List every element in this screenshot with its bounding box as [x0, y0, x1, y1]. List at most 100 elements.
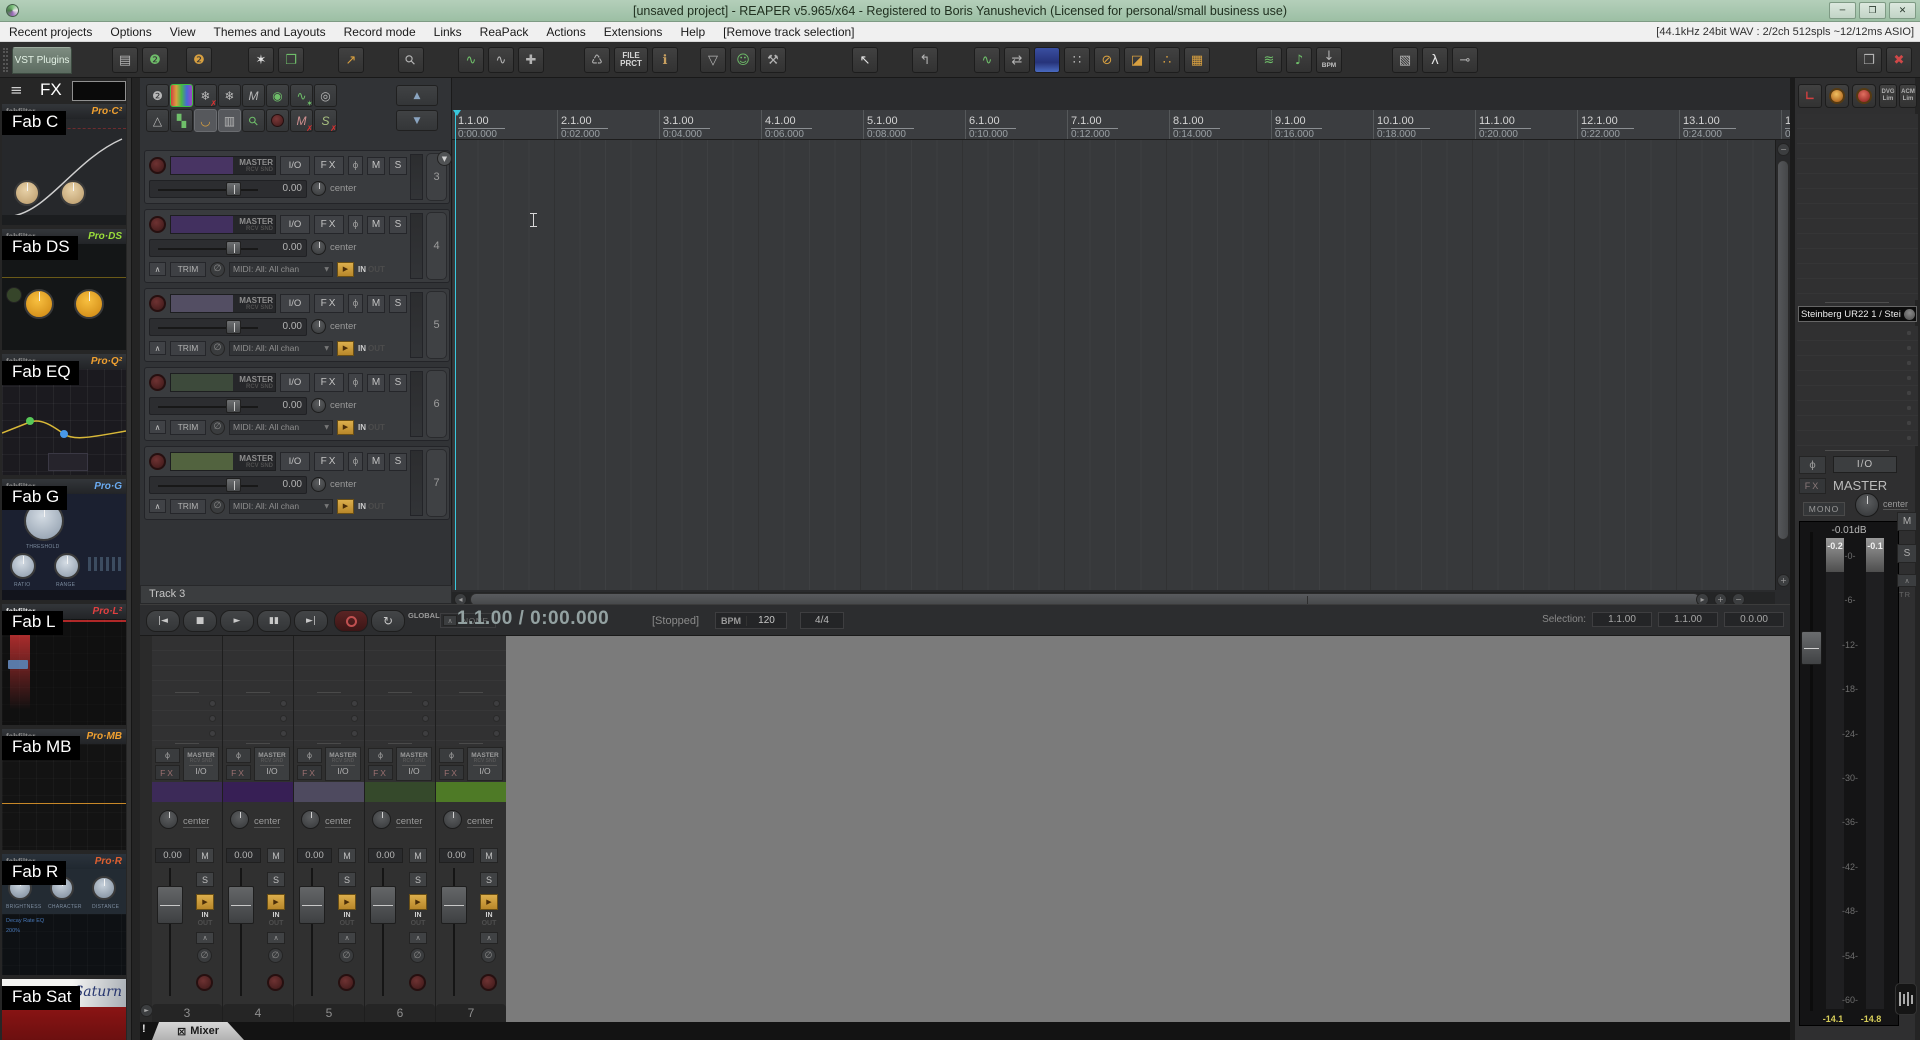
screenset-button[interactable]: ▧ [1392, 47, 1418, 73]
record-arm-button[interactable] [149, 374, 166, 391]
record-arm-button[interactable] [149, 157, 166, 174]
restore-waveform-button[interactable]: ∿ [458, 47, 484, 73]
analysis-button[interactable]: ≋ [1256, 47, 1282, 73]
volume-fader[interactable] [299, 886, 325, 924]
mixer-channel[interactable]: ϕ FX MASTER RCV SND I/O center 0.00 M S … [365, 636, 435, 1022]
env-mode-button[interactable]: ∧ [338, 932, 356, 944]
fx-button[interactable]: FX [314, 215, 344, 234]
track-name-strip[interactable]: MASTER RCV SND [170, 452, 276, 471]
mixer-channel[interactable]: ϕ FX MASTER RCV SND I/O center 0.00 M S … [152, 636, 222, 1022]
menu-item[interactable]: Actions [537, 25, 594, 39]
master-mute-button[interactable]: M [1897, 512, 1917, 531]
io-button[interactable]: I/O [280, 215, 310, 234]
volume-value[interactable]: 0.00 [155, 848, 190, 863]
pan-knob[interactable] [311, 240, 326, 255]
menu-item[interactable]: Extensions [595, 25, 672, 39]
monitor-button[interactable]: ▶ [267, 894, 285, 910]
track-panel[interactable]: MASTER RCV SND I/O FX ϕ M S 0.00 center … [144, 367, 450, 441]
auto-fade-button[interactable]: ▚ [170, 109, 193, 132]
volume-slider[interactable]: 0.00 [149, 475, 307, 494]
fx-button[interactable]: FX [226, 765, 251, 780]
file-protect-button[interactable]: FILE PRCT [614, 47, 648, 73]
master-fx-bypass-button[interactable]: ϕ [1799, 456, 1826, 474]
monitor-button[interactable]: ▶ [337, 340, 354, 356]
track-name-strip[interactable]: MASTER RCV SND [170, 215, 276, 234]
mute-box-button[interactable]: M [242, 84, 265, 107]
solo-button[interactable]: S [267, 872, 285, 887]
item-mute-button[interactable]: ⊘ [1094, 47, 1120, 73]
master-fx-button[interactable]: FX [1799, 478, 1826, 494]
menu-item[interactable]: [Remove track selection] [714, 25, 863, 39]
master-fader[interactable] [1801, 631, 1822, 665]
record-arm-button[interactable] [338, 974, 355, 991]
mute-button[interactable]: M [267, 848, 285, 863]
volume-handle[interactable] [226, 240, 241, 255]
fx-button[interactable]: FX [314, 294, 344, 313]
fx-insert-slots[interactable] [223, 636, 293, 746]
monitor-button[interactable]: ▶ [337, 498, 354, 514]
phase-button[interactable]: ∅ [210, 261, 225, 277]
input-selector[interactable]: MIDI: All: All chan ▼ [229, 261, 333, 277]
fx-bypass-button[interactable]: ϕ [368, 748, 393, 763]
record-mode-button[interactable] [266, 109, 289, 132]
record-arm-button[interactable] [149, 216, 166, 233]
menu-item[interactable]: Record mode [335, 25, 425, 39]
channel-number[interactable]: 4 [223, 1004, 293, 1022]
solo-button[interactable]: S [409, 872, 427, 887]
channel-number[interactable]: 6 [365, 1004, 435, 1022]
env-mode-button[interactable]: ∧ [149, 420, 166, 434]
edit-cursor[interactable] [455, 110, 456, 590]
record-arm-button[interactable] [480, 974, 497, 991]
item-split-button[interactable]: ⇄ [1004, 47, 1030, 73]
track-number[interactable]: 6 [426, 370, 447, 438]
fx-bypass-button[interactable]: ϕ [155, 748, 180, 763]
env-mode-button[interactable]: ∧ [149, 262, 166, 276]
mixer-tab[interactable]: ⊠ Mixer [152, 1022, 244, 1040]
monitor-button[interactable]: ▶ [409, 894, 427, 910]
pitch-button[interactable]: ♪ [1286, 47, 1312, 73]
go-to-end-button[interactable]: ►| [294, 610, 328, 632]
folder-visibility-button[interactable]: ◉ [266, 84, 289, 107]
media-info-button[interactable]: ℹ [652, 47, 678, 73]
pointer-tool-button[interactable]: ↖ [852, 47, 878, 73]
trim-button[interactable]: TRIM [170, 261, 206, 277]
plugin-item-fab-ds[interactable]: fabfilterPro·DS Fab DS [2, 229, 126, 350]
pan-knob[interactable] [311, 398, 326, 413]
vzoom-in-button[interactable]: + [1777, 574, 1790, 587]
volume-slider[interactable]: 0.00 [149, 179, 307, 198]
record-button[interactable] [334, 610, 368, 632]
toolbar-grip[interactable] [3, 48, 8, 72]
mono-button[interactable]: MONO [1803, 502, 1845, 516]
fx-bypass-button[interactable]: ϕ [348, 215, 363, 234]
env-mode-button[interactable]: ∧ [149, 341, 166, 355]
mute-button[interactable]: M [338, 848, 356, 863]
master-env-button[interactable]: ∧ [1897, 574, 1917, 587]
bpm-value[interactable]: 120 [747, 615, 786, 626]
phase-button[interactable]: ∅ [339, 948, 354, 963]
env-mode-button[interactable]: ∧ [267, 932, 285, 944]
phase-button[interactable]: ∅ [210, 340, 225, 356]
fx-button[interactable]: FX [314, 373, 344, 392]
pan-knob[interactable] [443, 810, 462, 829]
fx-bypass-button[interactable]: ϕ [226, 748, 251, 763]
close-button[interactable]: ✕ [1889, 2, 1916, 19]
master-pan-knob[interactable] [1855, 493, 1879, 517]
volume-fader[interactable] [157, 886, 183, 924]
selection-end[interactable]: 1.1.00 [1658, 612, 1718, 627]
phase-button[interactable]: ∅ [481, 948, 496, 963]
envelope-points-button[interactable]: ∴ [1154, 47, 1180, 73]
io-button[interactable]: I/O [280, 452, 310, 471]
midi-item-button[interactable] [1034, 47, 1060, 73]
fx-button[interactable]: FX [155, 765, 180, 780]
monitor-button[interactable]: ▶ [480, 894, 498, 910]
vst-plugins-docker-tab[interactable]: VST Plugins [12, 47, 72, 74]
record-arm-button[interactable] [267, 974, 284, 991]
record-arm-button[interactable] [149, 453, 166, 470]
fx-button[interactable]: FX [297, 765, 322, 780]
routing-matrix-button[interactable]: ∷ [1064, 47, 1090, 73]
import-project-button[interactable]: ❷ [186, 47, 212, 73]
fx-bypass-button[interactable]: ϕ [297, 748, 322, 763]
volume-slider[interactable]: 0.00 [149, 317, 307, 336]
fx-insert-slots[interactable] [436, 636, 506, 746]
env-mode-button[interactable]: ∧ [196, 932, 214, 944]
